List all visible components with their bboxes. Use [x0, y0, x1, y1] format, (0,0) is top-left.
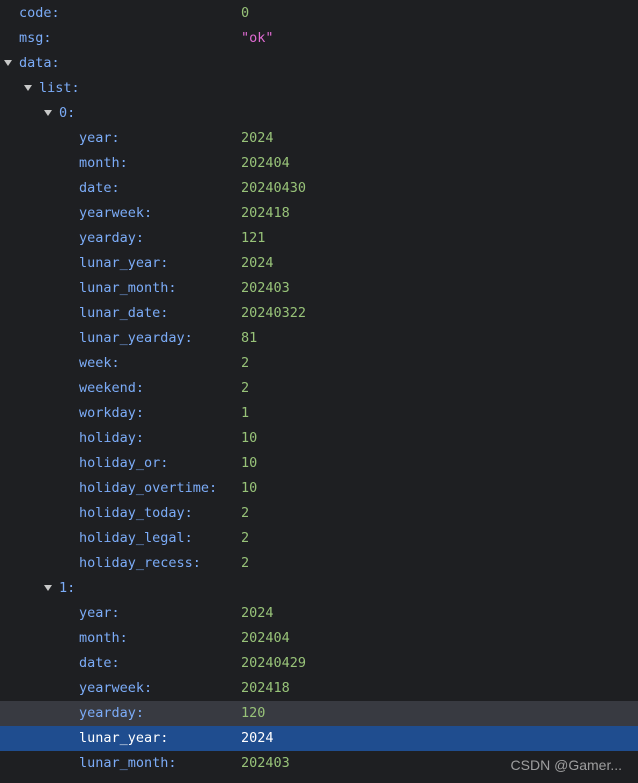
collapse-toggle-icon[interactable]	[44, 585, 52, 591]
json-value: 2	[241, 555, 250, 571]
json-key: yearday:	[79, 705, 145, 721]
json-row-list[interactable]: list:	[0, 76, 638, 101]
json-key: 0:	[59, 105, 76, 121]
json-row[interactable]: holiday_recess: 2	[0, 551, 638, 576]
json-value: 0	[241, 5, 250, 21]
json-row[interactable]: yearweek: 202418	[0, 676, 638, 701]
json-row[interactable]: lunar_date: 20240322	[0, 301, 638, 326]
json-value: 10	[241, 480, 258, 496]
json-value: 2024	[241, 255, 274, 271]
json-value: 2	[241, 355, 250, 371]
json-value: 121	[241, 230, 266, 246]
json-value: 2	[241, 380, 250, 396]
json-row[interactable]: month: 202404	[0, 151, 638, 176]
json-row[interactable]: month: 202404	[0, 626, 638, 651]
json-key: workday:	[79, 405, 145, 421]
json-key: holiday_recess:	[79, 555, 201, 571]
json-value: 2024	[241, 730, 274, 746]
json-key: yearweek:	[79, 680, 153, 696]
json-value: 10	[241, 455, 258, 471]
json-value: 2024	[241, 605, 274, 621]
json-key: lunar_month:	[79, 755, 177, 771]
json-row[interactable]: yearday: 121	[0, 226, 638, 251]
json-value: 202403	[241, 280, 290, 296]
json-row[interactable]: lunar_year: 2024	[0, 726, 638, 751]
json-value: 202404	[241, 155, 290, 171]
json-row[interactable]: weekend: 2	[0, 376, 638, 401]
json-row[interactable]: date: 20240430	[0, 176, 638, 201]
json-key: lunar_month:	[79, 280, 177, 296]
json-row-data[interactable]: data:	[0, 51, 638, 76]
json-value: 2	[241, 530, 250, 546]
json-key: holiday:	[79, 430, 145, 446]
json-key: yearday:	[79, 230, 145, 246]
json-row[interactable]: holiday_overtime: 10	[0, 476, 638, 501]
json-value: 202418	[241, 680, 290, 696]
json-key: lunar_yearday:	[79, 330, 193, 346]
json-key: list:	[39, 80, 80, 96]
json-value: "ok"	[241, 30, 274, 46]
json-row[interactable]: holiday_or: 10	[0, 451, 638, 476]
json-row-item-1[interactable]: 1:	[0, 576, 638, 601]
json-key: weekend:	[79, 380, 145, 396]
collapse-toggle-icon[interactable]	[24, 85, 32, 91]
json-value: 81	[241, 330, 258, 346]
json-row-msg[interactable]: msg: "ok"	[0, 26, 638, 51]
json-row[interactable]: lunar_year: 2024	[0, 251, 638, 276]
json-key: holiday_overtime:	[79, 480, 218, 496]
json-row-item-0[interactable]: 0:	[0, 101, 638, 126]
json-key: year:	[79, 605, 120, 621]
json-value: 20240322	[241, 305, 307, 321]
json-viewer: code: 0 msg: "ok" data: list: 0: year: 20…	[0, 0, 638, 783]
json-key: lunar_date:	[79, 305, 169, 321]
json-key: lunar_year:	[79, 255, 169, 271]
json-key: holiday_today:	[79, 505, 193, 521]
json-value: 120	[241, 705, 266, 721]
json-row[interactable]: week: 2	[0, 351, 638, 376]
watermark: CSDN @Gamer...	[510, 757, 622, 773]
json-row[interactable]: holiday: 10	[0, 426, 638, 451]
json-row[interactable]: holiday_legal: 2	[0, 526, 638, 551]
json-row[interactable]: year: 2024	[0, 126, 638, 151]
json-value: 20240429	[241, 655, 307, 671]
json-row[interactable]: lunar_yearday: 81	[0, 326, 638, 351]
collapse-toggle-icon[interactable]	[4, 60, 12, 66]
json-row[interactable]: workday: 1	[0, 401, 638, 426]
json-row[interactable]: holiday_today: 2	[0, 501, 638, 526]
json-key: yearweek:	[79, 205, 153, 221]
json-key: holiday_legal:	[79, 530, 193, 546]
json-value: 10	[241, 430, 258, 446]
json-key: month:	[79, 630, 128, 646]
json-row[interactable]: yearweek: 202418	[0, 201, 638, 226]
json-row[interactable]: date: 20240429	[0, 651, 638, 676]
json-key: holiday_or:	[79, 455, 169, 471]
json-value: 202418	[241, 205, 290, 221]
json-key: date:	[79, 655, 120, 671]
json-row[interactable]: year: 2024	[0, 601, 638, 626]
json-row[interactable]: yearday: 120	[0, 701, 638, 726]
json-key: month:	[79, 155, 128, 171]
json-key: msg:	[19, 30, 52, 46]
json-key: date:	[79, 180, 120, 196]
json-key: code:	[19, 5, 60, 21]
json-value: 202404	[241, 630, 290, 646]
json-row-code[interactable]: code: 0	[0, 1, 638, 26]
json-key: week:	[79, 355, 120, 371]
json-row[interactable]: lunar_month: 202403	[0, 276, 638, 301]
json-value: 2024	[241, 130, 274, 146]
collapse-toggle-icon[interactable]	[44, 110, 52, 116]
json-value: 202403	[241, 755, 290, 771]
json-key: lunar_year:	[79, 730, 169, 746]
json-value: 20240430	[241, 180, 307, 196]
json-key: data:	[19, 55, 60, 71]
json-value: 1	[241, 405, 250, 421]
json-key: 1:	[59, 580, 76, 596]
json-value: 2	[241, 505, 250, 521]
json-key: year:	[79, 130, 120, 146]
